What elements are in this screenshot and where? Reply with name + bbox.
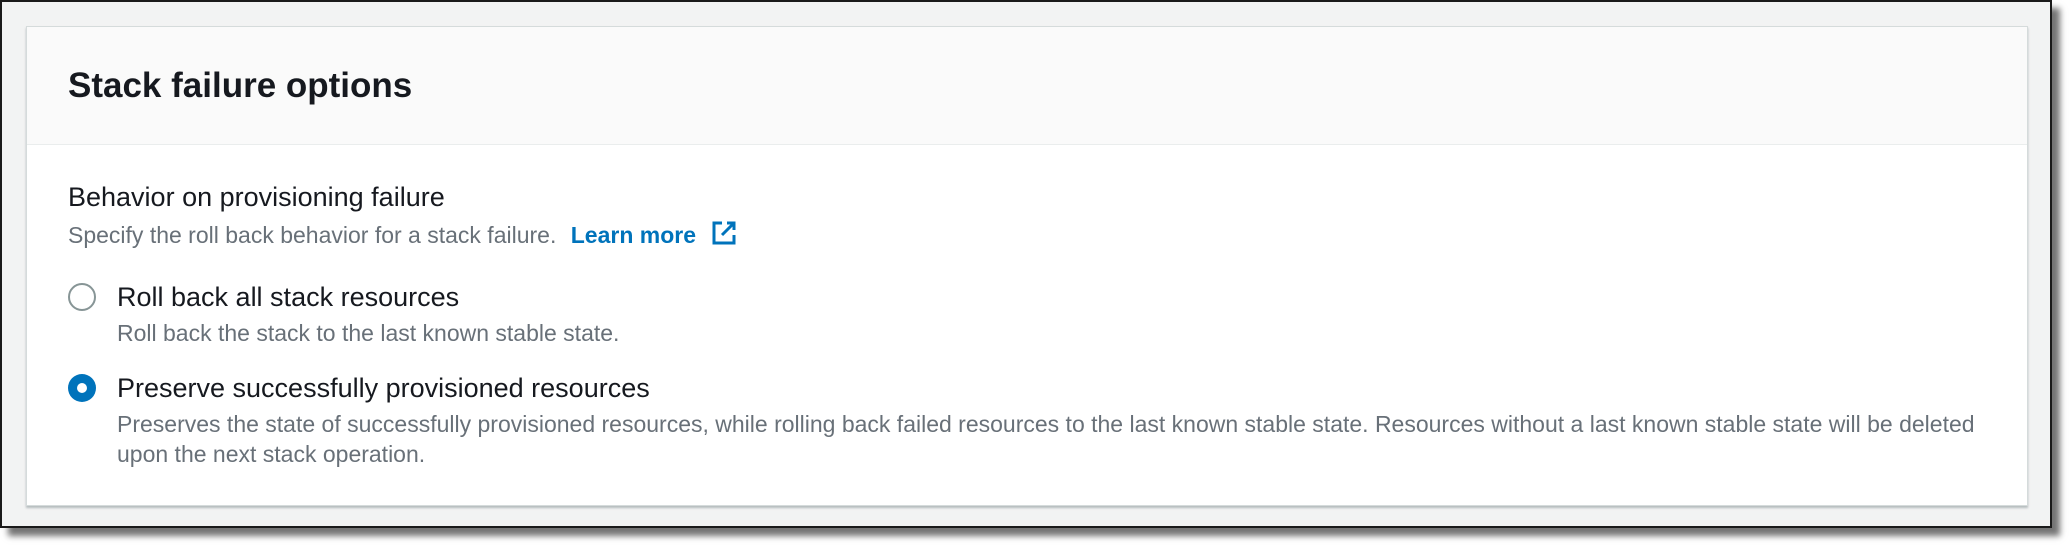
radio-description: Preserves the state of successfully prov… — [117, 411, 1975, 467]
field-description: Specify the roll back behavior for a sta… — [68, 219, 738, 254]
stack-failure-options-panel: Stack failure options Behavior on provis… — [26, 26, 2028, 506]
panel-title: Stack failure options — [68, 66, 413, 105]
field-label: Behavior on provisioning failure — [68, 182, 445, 212]
external-link-icon — [710, 219, 738, 254]
screenshot-frame: Stack failure options Behavior on provis… — [0, 0, 2052, 528]
radio-description: Roll back the stack to the last known st… — [117, 320, 620, 346]
radio-button-checked[interactable] — [68, 374, 96, 402]
radio-label[interactable]: Preserve successfully provisioned resour… — [117, 372, 650, 404]
learn-more-label: Learn more — [570, 222, 697, 248]
panel-header: Stack failure options — [27, 27, 2027, 145]
learn-more-link[interactable]: Learn more — [570, 221, 739, 248]
field-description-text: Specify the roll back behavior for a sta… — [68, 222, 557, 248]
radio-label[interactable]: Roll back all stack resources — [117, 281, 459, 313]
radio-button-unchecked[interactable] — [68, 283, 96, 311]
